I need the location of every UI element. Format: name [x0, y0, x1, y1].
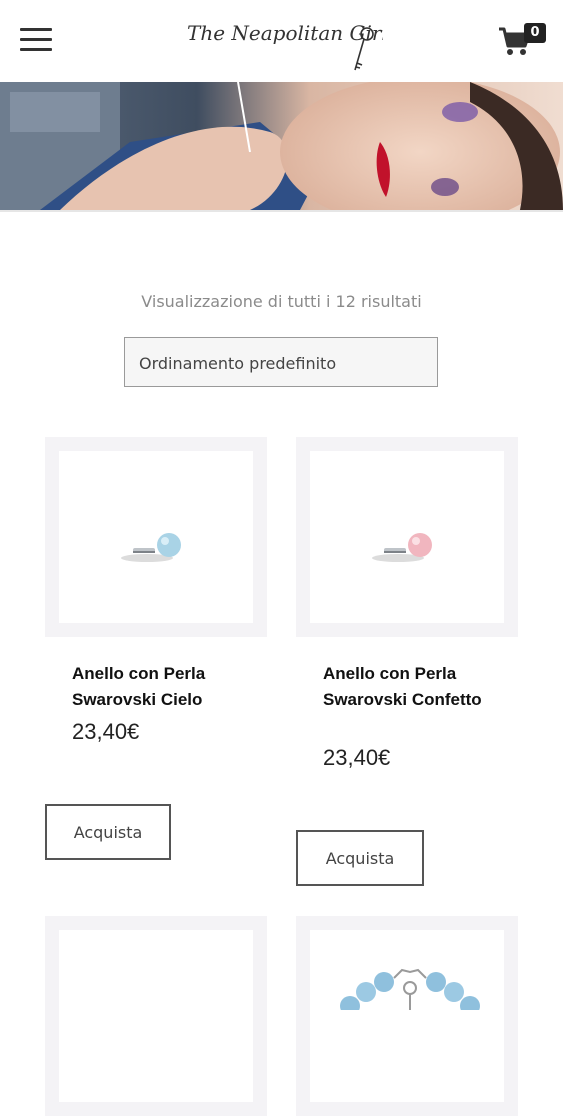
svg-text:The Neapolitan Girl: The Neapolitan Girl — [187, 21, 383, 45]
product-image-frame[interactable] — [296, 437, 518, 637]
product-image — [310, 930, 504, 1102]
menu-icon[interactable] — [20, 28, 52, 52]
ring-image — [372, 533, 432, 562]
hero-divider — [0, 210, 563, 212]
product-image-frame[interactable] — [45, 916, 267, 1116]
product-title[interactable]: Anello con Perla Swarovski Confetto — [323, 661, 493, 713]
product-image — [59, 930, 253, 1102]
buy-button[interactable]: Acquista — [45, 804, 171, 860]
site-header: The Neapolitan Girl 0 — [0, 0, 563, 82]
bracelet-image — [340, 968, 480, 1016]
result-count: Visualizzazione di tutti i 12 risultati — [141, 292, 422, 311]
site-logo[interactable]: The Neapolitan Girl — [183, 8, 383, 74]
cart-count-badge: 0 — [524, 23, 546, 43]
buy-button[interactable]: Acquista — [296, 830, 424, 886]
product-image-frame[interactable] — [296, 916, 518, 1116]
ring-image — [121, 533, 181, 562]
sort-select[interactable]: Ordinamento predefinito — [124, 337, 438, 387]
product-image-frame[interactable] — [45, 437, 267, 637]
cart-button[interactable]: 0 — [498, 20, 550, 60]
product-image — [59, 451, 253, 623]
product-price: 23,40€ — [323, 745, 391, 770]
hero-banner-image — [0, 82, 563, 210]
product-price: 23,40€ — [72, 719, 140, 744]
product-image — [310, 451, 504, 623]
product-title[interactable]: Anello con Perla Swarovski Cielo — [72, 661, 272, 713]
